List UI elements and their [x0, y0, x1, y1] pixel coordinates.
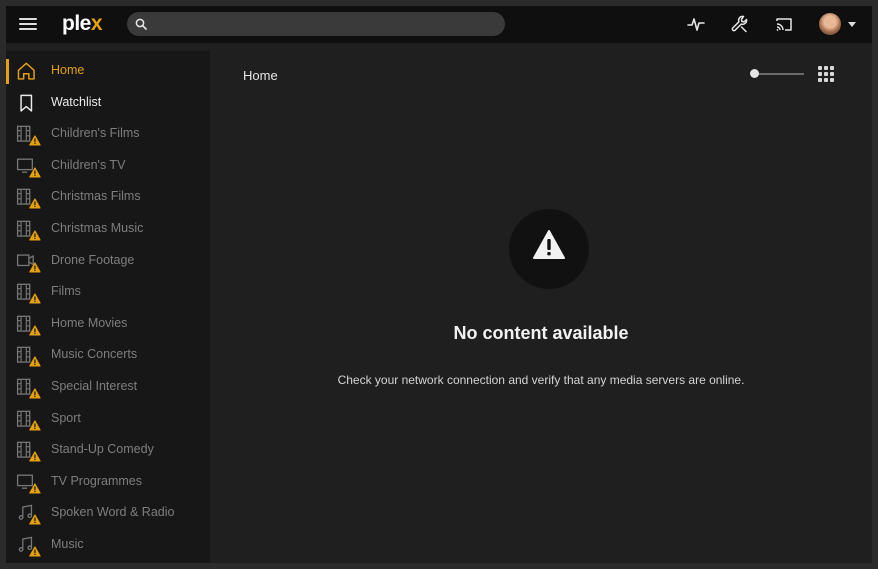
sidebar-item-label: Films	[51, 284, 81, 299]
search-input[interactable]	[151, 12, 500, 38]
settings-wrench-icon[interactable]	[730, 14, 750, 34]
sidebar-item-label: Music Concerts	[51, 347, 138, 362]
video-icon	[16, 254, 41, 273]
film-icon	[16, 441, 41, 462]
plex-logo[interactable]: plex	[62, 12, 103, 36]
sidebar-item[interactable]: Christmas Films	[6, 182, 210, 213]
film-icon	[16, 378, 41, 399]
sidebar-item[interactable]: Music Concerts	[6, 340, 210, 371]
sidebar-item-label: Christmas Films	[51, 189, 141, 204]
sidebar-item-label: Sport	[51, 410, 81, 425]
size-slider[interactable]	[750, 68, 806, 80]
user-avatar[interactable]	[819, 13, 841, 35]
chevron-down-icon[interactable]	[848, 22, 856, 27]
sidebar-item-label: Music	[51, 537, 84, 551]
search-bar[interactable]	[127, 12, 505, 38]
activity-icon[interactable]	[686, 14, 706, 34]
sidebar-item-label: Children's TV	[51, 157, 126, 172]
sidebar-item[interactable]: Children's Films	[6, 119, 210, 150]
warning-icon	[533, 230, 565, 259]
sidebar-item-label: Home	[51, 63, 85, 77]
sidebar-item-label: Drone Footage	[51, 252, 135, 267]
music-icon	[18, 505, 41, 525]
logo-text: ple	[62, 12, 91, 35]
tv-icon	[16, 158, 41, 178]
page-title: Home	[243, 68, 278, 83]
film-icon	[16, 283, 41, 304]
grid-view-icon[interactable]	[818, 66, 835, 83]
sidebar-item[interactable]: Spoken Word & Radio	[6, 498, 210, 529]
logo-x: x	[90, 12, 103, 35]
sidebar-item[interactable]: TV Programmes	[6, 467, 210, 498]
slider-track[interactable]	[754, 73, 804, 75]
tv-icon	[16, 474, 41, 494]
sidebar-item[interactable]: Sport	[6, 404, 210, 435]
sidebar-item-label: Special Interest	[51, 379, 138, 393]
sidebar-item[interactable]: Stand-Up Comedy	[6, 435, 210, 466]
sidebar-item[interactable]: Watchlist	[6, 88, 210, 119]
sidebar-item-label: TV Programmes	[51, 473, 142, 488]
film-icon	[16, 125, 41, 146]
sidebar-item[interactable]: Home Movies	[6, 309, 210, 340]
film-icon	[16, 315, 41, 336]
sidebar-item-label: Stand-Up Comedy	[51, 442, 154, 457]
sidebar-item[interactable]: Children's TV	[6, 151, 210, 182]
home-icon	[17, 62, 35, 80]
slider-thumb[interactable]	[750, 69, 759, 78]
film-icon	[16, 410, 41, 431]
cast-icon[interactable]	[774, 14, 794, 34]
empty-state-description: Check your network connection and verify…	[337, 373, 745, 387]
bookmark-icon	[20, 94, 33, 112]
main-content: Home No content available Check your net…	[210, 51, 872, 563]
film-icon	[16, 220, 41, 241]
sidebar-item[interactable]: Music	[6, 530, 210, 561]
sidebar-item[interactable]: Special Interest	[6, 372, 210, 403]
sidebar-item[interactable]: Drone Footage	[6, 246, 210, 277]
sidebar-item-label: Children's Films	[51, 126, 140, 141]
app-window: plex Home Watchlist Children's Films Childr…	[6, 6, 872, 563]
top-bar: plex	[6, 6, 872, 43]
search-icon	[135, 18, 147, 30]
empty-state-title: No content available	[453, 323, 629, 343]
film-icon	[16, 189, 41, 209]
sidebar-item-label: Christmas Music	[51, 221, 144, 235]
sidebar-item[interactable]: Home	[6, 56, 210, 87]
sidebar-item[interactable]: Films	[6, 277, 210, 308]
sidebar-item[interactable]: Christmas Music	[6, 214, 210, 245]
hamburger-menu-icon[interactable]	[19, 16, 37, 32]
music-icon	[18, 536, 41, 557]
film-icon	[16, 347, 41, 367]
sidebar-item-label: Watchlist	[51, 94, 102, 109]
sidebar: Home Watchlist Children's Films Children's …	[6, 51, 210, 563]
sidebar-item-label: Home Movies	[51, 315, 128, 330]
warning-badge	[509, 209, 589, 289]
sidebar-item-label: Spoken Word & Radio	[51, 505, 175, 520]
